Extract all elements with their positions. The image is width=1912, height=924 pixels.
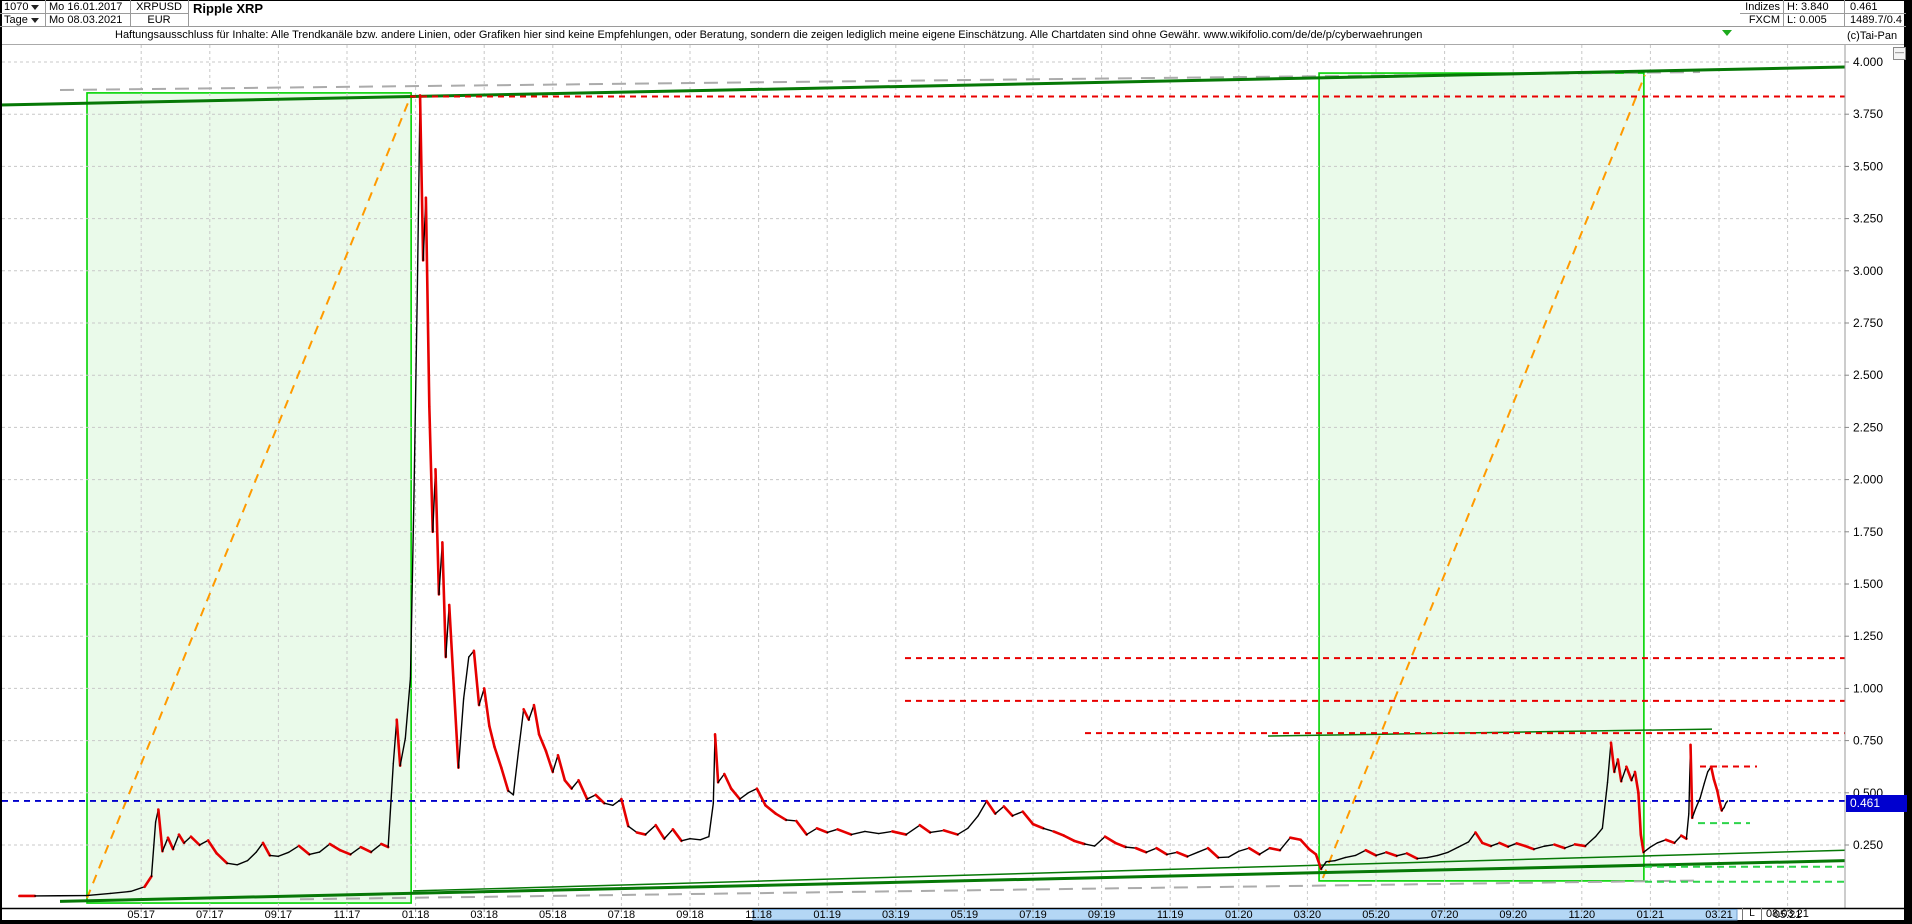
bars-count-value: 1070 (4, 1, 29, 13)
x-axis-label: 03.20 (1294, 909, 1322, 921)
y-axis-label: 2.750 (1853, 316, 1883, 330)
x-axis-label: 01.19 (813, 909, 841, 921)
y-axis-label: 3.000 (1853, 264, 1883, 278)
x-axis-label: 11.18 (745, 909, 772, 921)
chevron-down-icon (31, 4, 40, 10)
x-axis-label: 05.18 (539, 909, 567, 921)
y-axis-label: 2.500 (1853, 368, 1883, 382)
x-axis-label: 11.17 (334, 909, 361, 921)
x-axis-label: 03.21 (1705, 909, 1733, 921)
x-axis-label: 09.20 (1499, 909, 1527, 921)
x-axis-label: 05.17 (127, 909, 155, 921)
x-axis-label: 11.19 (1157, 909, 1184, 921)
y-axis-label: 0.250 (1853, 838, 1883, 852)
last-bar-button[interactable]: L (1742, 908, 1762, 920)
x-axis-label: 03.19 (882, 909, 910, 921)
x-axis-label: 09.17 (265, 909, 293, 921)
x-axis-label: 01.18 (402, 909, 430, 921)
y-axis-label: 2.000 (1853, 473, 1883, 487)
price-chart[interactable]: 05.17 07.17 09.17 11.17 01.18 03.18 05.18 07.18… (0, 0, 1912, 924)
y-axis-label: 4.000 (1853, 55, 1883, 69)
y-axis-label: 2.250 (1853, 420, 1883, 434)
y-axis-label: 3.750 (1853, 107, 1883, 121)
x-axis-label: 01.20 (1225, 909, 1253, 921)
y-axis-label: 3.250 (1853, 212, 1883, 226)
x-axis-label: 07.20 (1431, 909, 1459, 921)
x-axis-label: 03.18 (470, 909, 498, 921)
y-axis-label: 1.500 (1853, 577, 1883, 591)
y-axis-label: 3.500 (1853, 159, 1883, 173)
x-axis-label: 11.20 (1568, 909, 1595, 921)
y-axis-label: 1.250 (1853, 629, 1883, 643)
chevron-down-icon (30, 17, 39, 23)
collapse-glyph: — (1895, 47, 1904, 57)
x-axis-label: 07.17 (196, 909, 224, 921)
x-axis-label: 05.19 (951, 909, 979, 921)
x-axis: 05.17 07.17 09.17 11.17 01.18 03.18 05.18 07.18… (127, 909, 1801, 921)
x-axis-label: 05.20 (1362, 909, 1390, 921)
period-value: Tage (4, 14, 28, 26)
copyright-label: (c)Tai-Pan (1847, 30, 1898, 42)
x-axis-label: 09.18 (676, 909, 704, 921)
page-title: Ripple XRP (193, 1, 264, 16)
y-axis-label: 1.750 (1853, 525, 1883, 539)
last-date-label: 08.03.21 (1766, 908, 1809, 920)
taipan-chart-window: 05.17 07.17 09.17 11.17 01.18 03.18 05.18 07.18… (0, 0, 1912, 924)
y-axis-label: 1.000 (1853, 681, 1883, 695)
marker-icon (1722, 30, 1732, 36)
y-axis-label: 0.750 (1853, 734, 1883, 748)
disclaimer-text: Haftungsausschluss für Inhalte: Alle Tre… (115, 29, 1423, 41)
x-axis-label: 07.19 (1019, 909, 1047, 921)
y-axis: 0.2500.5000.7501.0001.2501.5001.7502.000… (1845, 55, 1883, 852)
current-price-badge: 0.461 (1846, 795, 1907, 812)
x-axis-label: 07.18 (608, 909, 636, 921)
trend-channels (86, 72, 1645, 904)
x-axis-label: 09.19 (1088, 909, 1116, 921)
x-axis-label: 01.21 (1637, 909, 1665, 921)
collapse-icon[interactable]: — (1893, 47, 1906, 60)
